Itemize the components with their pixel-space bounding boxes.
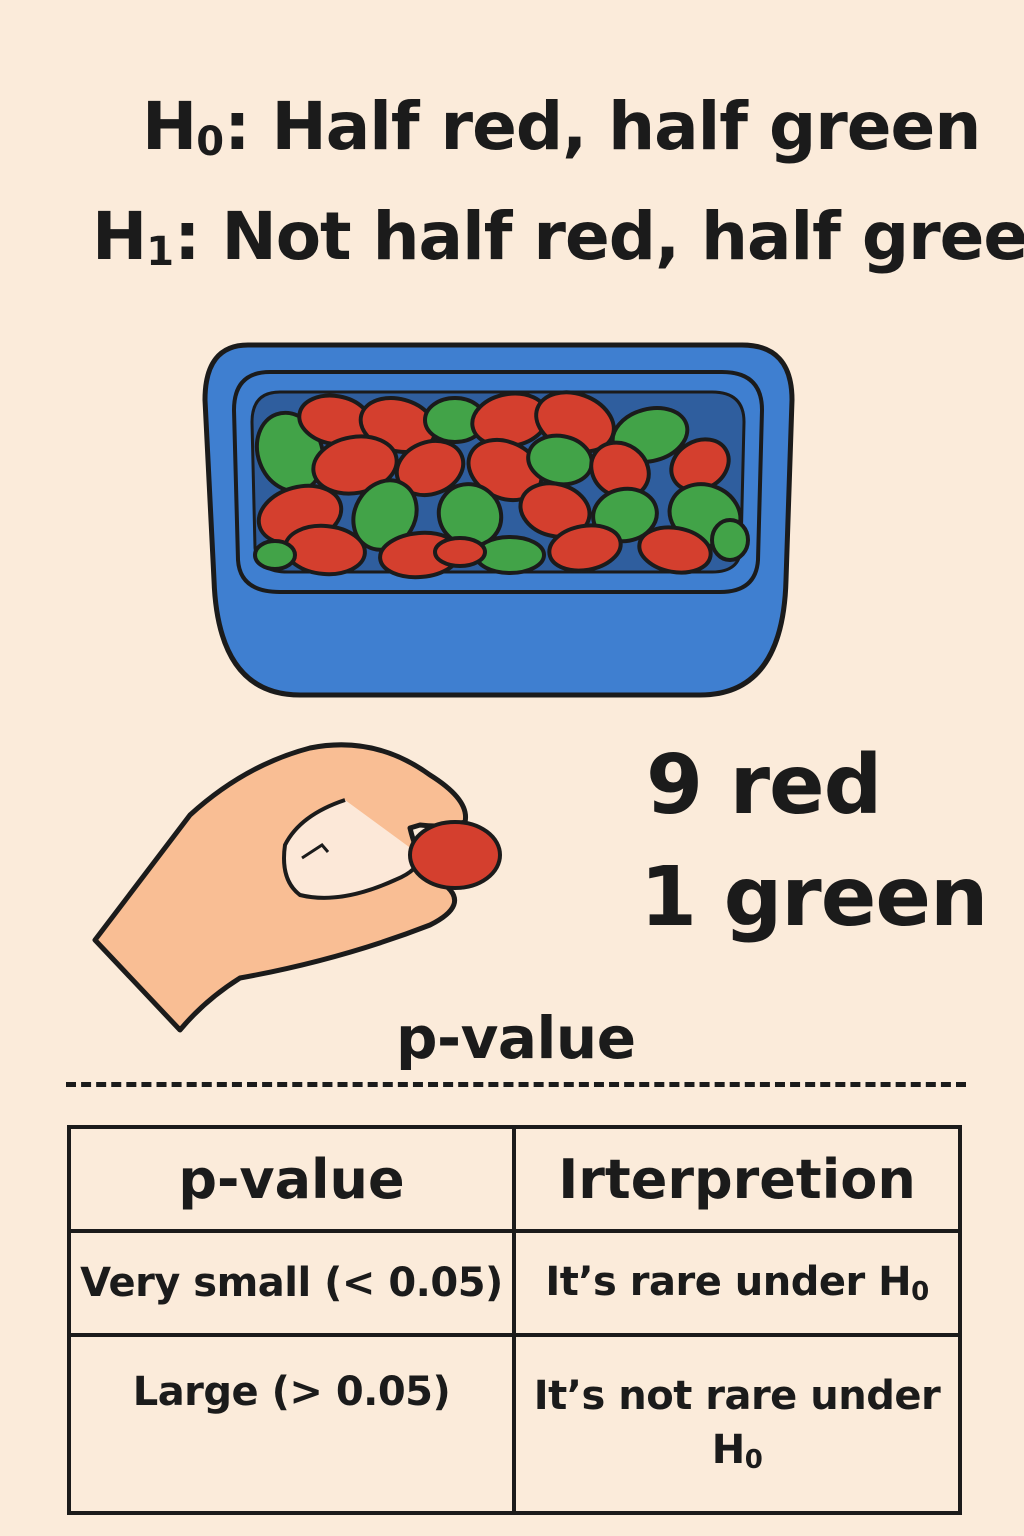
header-interpretation: Irterpretion <box>512 1125 962 1233</box>
green-bean <box>710 518 750 562</box>
interp-not-rare-sub: 0 <box>744 1445 763 1475</box>
table-row: Very small (< 0.05) It’s rare under H0 <box>67 1229 962 1337</box>
hand-illustration <box>92 742 502 1033</box>
cell-interp-rare: It’s rare under H0 <box>512 1229 962 1337</box>
table-header-row: p-value Irterpretion <box>67 1125 962 1233</box>
interp-rare-text: It’s rare under H <box>545 1259 912 1305</box>
header-p-value: p-value <box>67 1125 516 1233</box>
red-count: 9 red <box>646 738 882 833</box>
cell-p-small: Very small (< 0.05) <box>67 1229 516 1337</box>
p-value-interpretation-table: p-value Irterpretion Very small (< 0.05)… <box>67 1125 962 1515</box>
table-row: Large (> 0.05) It’s not rare under H0 <box>67 1333 962 1515</box>
interp-rare-sub: 0 <box>911 1277 929 1307</box>
cell-p-large: Large (> 0.05) <box>67 1333 516 1515</box>
red-bean <box>433 536 487 568</box>
green-bean <box>253 539 297 571</box>
interp-not-rare-text: It’s not rare under H <box>533 1373 941 1473</box>
bowl-illustration <box>202 342 795 698</box>
dashed-divider <box>66 1082 966 1087</box>
picked-red-bean <box>408 820 502 890</box>
hand-icon <box>92 742 469 1033</box>
p-value-caption: p-value <box>396 1004 636 1072</box>
green-count: 1 green <box>640 850 988 945</box>
bean-pile <box>253 390 750 580</box>
cell-interp-not-rare: It’s not rare under H0 <box>512 1333 962 1515</box>
